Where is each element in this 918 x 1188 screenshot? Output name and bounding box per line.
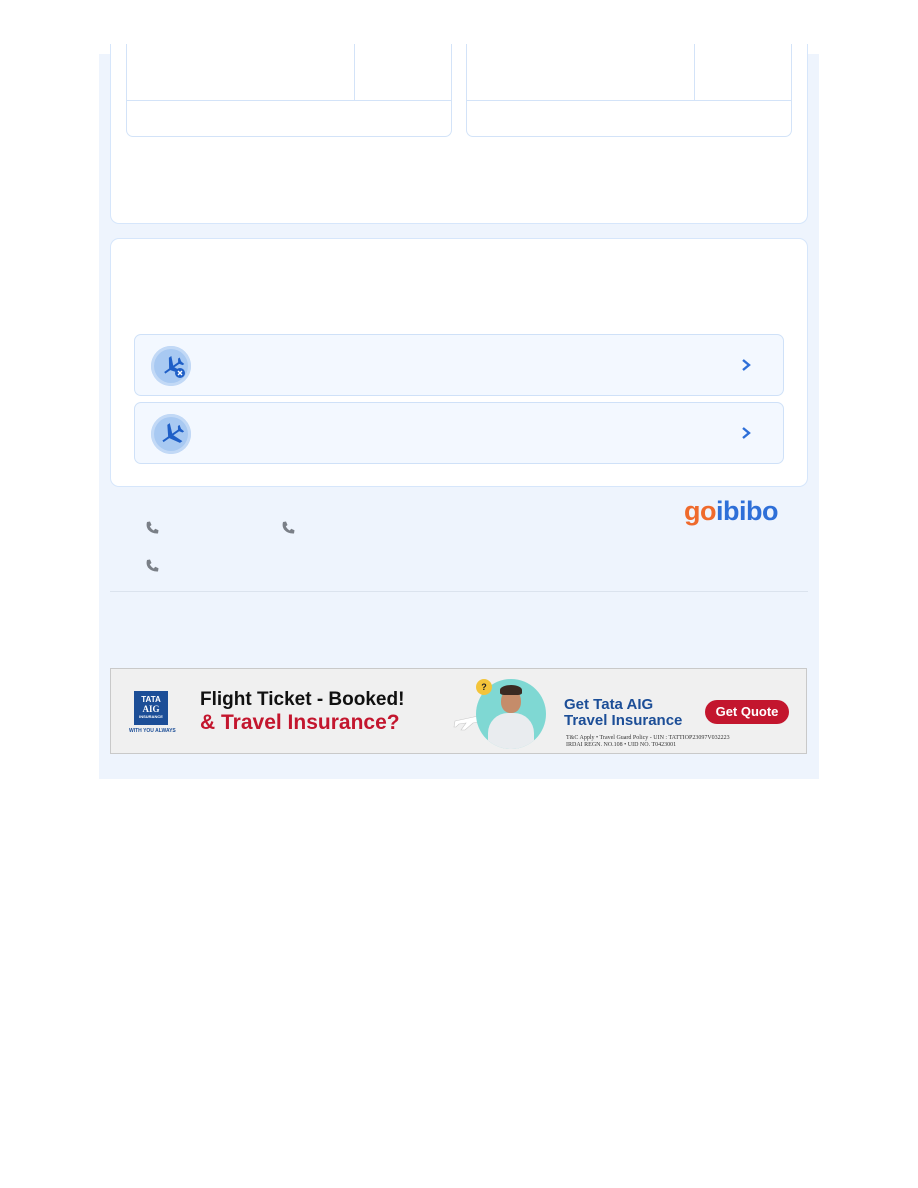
fare-table-left [126, 44, 452, 137]
column-divider [354, 44, 355, 101]
promo-line-2: Travel Insurance [564, 712, 683, 729]
phone-icon[interactable] [144, 558, 160, 574]
banner-headline-1: Flight Ticket - Booked! [200, 689, 405, 710]
change-flight-link[interactable] [134, 402, 784, 464]
banner-headline-2: & Travel Insurance? [200, 711, 400, 734]
cancel-flight-link[interactable] [134, 334, 784, 396]
fare-table-right [466, 44, 792, 137]
person-hair [500, 685, 522, 695]
footer-divider [110, 591, 808, 592]
tata-aig-logo: TATA AIG INSURANCE [134, 691, 168, 725]
phone-icon[interactable] [280, 520, 296, 536]
question-badge: ? [476, 679, 492, 695]
column-divider [694, 44, 695, 101]
fine-print-1: T&C Apply • Travel Guard Policy - UIN : … [566, 735, 730, 741]
get-quote-button[interactable]: Get Quote [705, 700, 789, 724]
brand-line-3: INSURANCE [139, 714, 163, 719]
plane-icon [151, 414, 191, 454]
row-divider [467, 100, 791, 101]
goibibo-logo: goibibo [684, 496, 778, 536]
person-body [488, 713, 534, 749]
brand-line-2: AIG [142, 704, 160, 714]
chevron-right-icon [742, 359, 751, 371]
chevron-right-icon [742, 427, 751, 439]
insurance-ad-banner[interactable]: TATA AIG INSURANCE WITH YOU ALWAYS Fligh… [110, 668, 807, 754]
logo-part-ibibo: ibibo [716, 496, 778, 526]
plane-cancel-icon [151, 346, 191, 386]
brand-line-1: TATA [141, 695, 161, 704]
promo-line-1: Get Tata AIG [564, 696, 654, 713]
row-divider [127, 100, 451, 101]
phone-icon[interactable] [144, 520, 160, 536]
fine-print-2: IRDAI REGN. NO.108 • UID NO. T0423001 [566, 742, 677, 748]
brand-tagline: WITH YOU ALWAYS [129, 728, 176, 734]
logo-part-go: go [684, 496, 717, 526]
